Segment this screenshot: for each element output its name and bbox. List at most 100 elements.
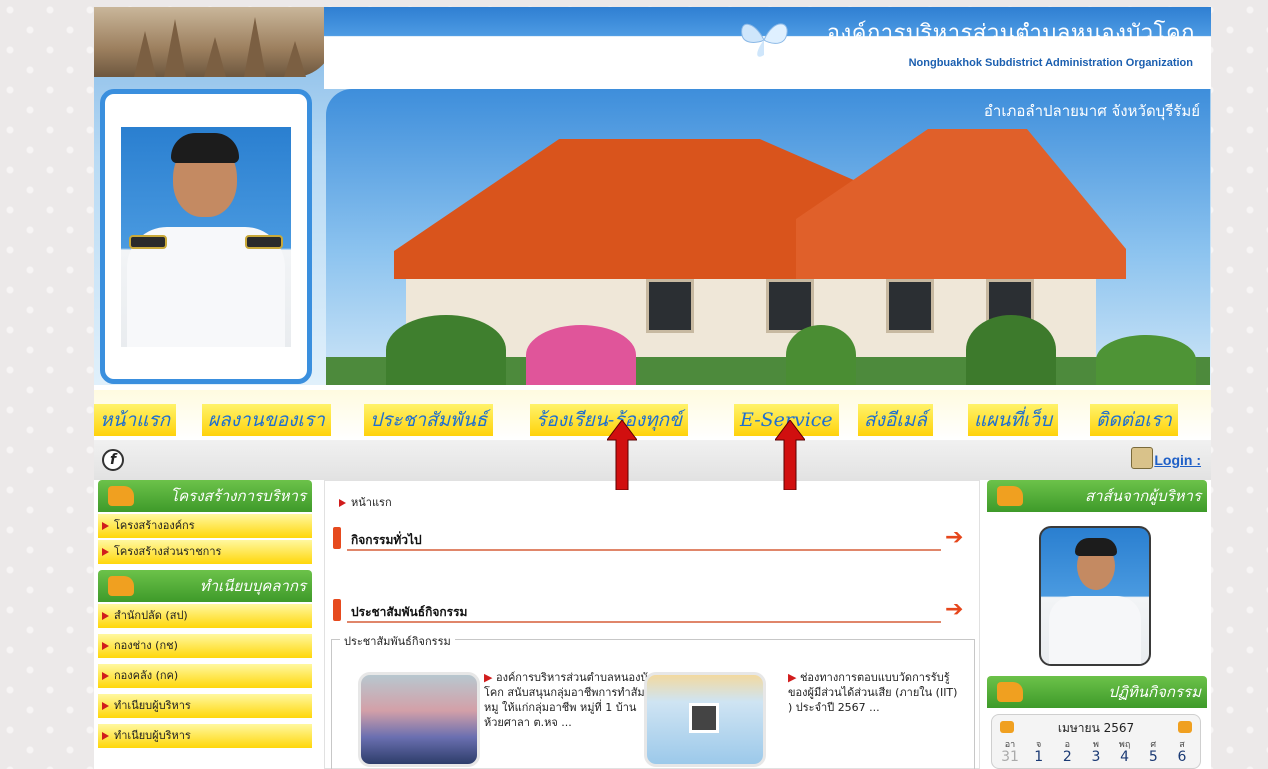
pr-activities-box: ประชาสัมพันธ์กิจกรรม ▶ องค์การบริหารส่วน… [331, 632, 975, 769]
arrow-right-icon[interactable]: ➔ [945, 599, 973, 623]
news-thumbnail[interactable] [644, 672, 766, 767]
news-item[interactable]: ▶ ช่องทางการตอบแบบวัดการรับรู้ของผู้มีส่… [788, 670, 958, 715]
nav-our-work[interactable]: ผลงานของเรา [202, 404, 331, 436]
sidebar-item-label: โครงสร้างส่วนราชการ [114, 545, 222, 558]
nav-contact[interactable]: ติดต่อเรา [1090, 404, 1178, 436]
window [886, 279, 934, 333]
sidebar-item-org-structure[interactable]: โครงสร้างองค์กร [98, 514, 312, 538]
bush [966, 315, 1056, 385]
calendar-day[interactable]: 31 [998, 749, 1022, 765]
sidebar-heading-label: ทำเนียบบุคลากร [199, 577, 306, 595]
temple-banner-image [94, 7, 334, 77]
epaulet [129, 235, 167, 249]
bullet-arrow-icon [102, 548, 109, 556]
hair [1075, 538, 1117, 556]
news-text: องค์การบริหารส่วนตำบลหนองบัวโคก สนับสนุน… [484, 671, 654, 729]
bullet-arrow-icon [102, 612, 109, 620]
section-underline [347, 549, 941, 551]
sidebar-item-govt-structure[interactable]: โครงสร้างส่วนราชการ [98, 540, 312, 564]
main-content: หน้าแรก กิจกรรมทั่วไป ➔ ประชาสัมพันธ์กิจ… [324, 480, 980, 769]
bullet-arrow-icon [102, 642, 109, 650]
sidebar-heading-personnel: ทำเนียบบุคลากร [98, 570, 312, 602]
bush [386, 315, 506, 385]
page: องค์การบริหารส่วนตำบลหนองบัวโคก Nongbuak… [94, 7, 1211, 769]
mayor-photo [121, 127, 291, 347]
annotation-arrow-icon [607, 420, 637, 490]
calendar-day[interactable]: 4 [1113, 749, 1137, 765]
nav-home[interactable]: หน้าแรก [94, 404, 177, 436]
nav-sitemap[interactable]: แผนที่เว็บ [968, 404, 1059, 436]
section-marker [333, 527, 341, 549]
right-sidebar: สาส์นจากผู้บริหาร ปฏิทินกิจกรรม เมษายน 2… [987, 480, 1207, 769]
hair [171, 133, 239, 163]
activity-calendar: เมษายน 2567 อา จ อ พ พฤ ศ ส 31 1 2 3 4 5… [991, 714, 1201, 769]
flash-player-icon[interactable]: f [102, 449, 124, 471]
login-link[interactable]: Login : [1154, 449, 1201, 471]
section-title: กิจกรรมทั่วไป [351, 533, 422, 547]
bullet-arrow-icon [102, 702, 109, 710]
arrow-right-icon[interactable]: ➔ [945, 527, 973, 551]
uniform [1049, 596, 1141, 664]
sidebar-item-engineering[interactable]: กองช่าง (กช) [98, 634, 312, 658]
news-item[interactable]: ▶ องค์การบริหารส่วนตำบลหนองบัวโคก สนับสน… [484, 670, 654, 730]
mayor-photo-frame [100, 89, 312, 384]
sidebar-item-executives[interactable]: ทำเนียบผู้บริหาร [98, 694, 312, 718]
building-roof [796, 129, 1126, 279]
sidebar-heading-label: ปฏิทินกิจกรรม [1108, 683, 1201, 701]
sidebar-heading-calendar: ปฏิทินกิจกรรม [987, 676, 1207, 708]
section-general-activities[interactable]: กิจกรรมทั่วไป ➔ [333, 527, 973, 553]
sidebar-item-label: สำนักปลัด (สป) [114, 609, 188, 622]
sidebar-item-label: กองช่าง (กช) [114, 639, 178, 652]
annotation-arrow-icon [775, 420, 805, 490]
org-name-thai: องค์การบริหารส่วนตำบลหนองบัวโคก [826, 21, 1195, 46]
thumbs-up-icon [108, 576, 134, 596]
epaulet [245, 235, 283, 249]
sidebar-item-office[interactable]: สำนักปลัด (สป) [98, 604, 312, 628]
news-thumbnail[interactable] [358, 672, 480, 767]
sidebar-item-finance[interactable]: กองคลัง (กค) [98, 664, 312, 688]
sidebar-heading-label: โครงสร้างการบริหาร [170, 487, 306, 505]
bullet-arrow-icon [102, 672, 109, 680]
calendar-day[interactable]: 3 [1084, 749, 1108, 765]
sidebar-item-executives-2[interactable]: ทำเนียบผู้บริหาร [98, 724, 312, 748]
login-user-icon[interactable] [1131, 447, 1153, 469]
temple-spire [134, 31, 156, 77]
bullet-arrow-icon [102, 522, 109, 530]
sidebar-heading-structure: โครงสร้างการบริหาร [98, 480, 312, 512]
left-sidebar: โครงสร้างการบริหาร โครงสร้างองค์กร โครงส… [98, 480, 312, 769]
bullet-arrow-icon: ▶ [788, 671, 800, 684]
executive-photo[interactable] [1039, 526, 1151, 666]
calendar-day[interactable]: 5 [1141, 749, 1165, 765]
org-name-english: Nongbuakhok Subdistrict Administration O… [908, 57, 1193, 69]
bush [1096, 335, 1196, 385]
thumbs-up-icon [997, 682, 1023, 702]
thumbs-up-icon [997, 486, 1023, 506]
temple-spire [204, 37, 226, 77]
breadcrumb[interactable]: หน้าแรก [335, 495, 392, 511]
calendar-next-icon[interactable] [1178, 721, 1192, 733]
fieldset-legend: ประชาสัมพันธ์กิจกรรม [340, 632, 455, 650]
calendar-day[interactable]: 2 [1055, 749, 1079, 765]
main-nav: หน้าแรก ผลงานของเรา ประชาสัมพันธ์ ร้องเร… [94, 390, 1211, 440]
sidebar-item-label: โครงสร้างองค์กร [114, 519, 195, 532]
calendar-month: เมษายน 2567 [1057, 721, 1135, 735]
calendar-days: 31 1 2 3 4 5 6 [998, 749, 1194, 765]
temple-spire [244, 17, 266, 77]
section-pr-activities[interactable]: ประชาสัมพันธ์กิจกรรม ➔ [333, 599, 973, 625]
sidebar-heading-exec-message: สาส์นจากผู้บริหาร [987, 480, 1207, 512]
qr-code-icon [689, 703, 719, 733]
district-label: อำเภอลำปลายมาศ จังหวัดบุรีรัมย์ [983, 102, 1200, 120]
butterfly-logo-icon [741, 23, 788, 57]
breadcrumb-label: หน้าแรก [351, 496, 392, 509]
calendar-day[interactable]: 1 [1027, 749, 1051, 765]
calendar-day[interactable]: 6 [1170, 749, 1194, 765]
nav-public-relations[interactable]: ประชาสัมพันธ์ [364, 404, 494, 436]
flower-bush [526, 325, 636, 385]
nav-send-email[interactable]: ส่งอีเมล์ [858, 404, 933, 436]
office-building-image: อำเภอลำปลายมาศ จังหวัดบุรีรัมย์ [326, 89, 1210, 385]
section-title: ประชาสัมพันธ์กิจกรรม [351, 605, 468, 619]
bush [786, 325, 856, 385]
sidebar-item-label: กองคลัง (กค) [114, 669, 179, 682]
bullet-arrow-icon [339, 499, 346, 507]
section-marker [333, 599, 341, 621]
